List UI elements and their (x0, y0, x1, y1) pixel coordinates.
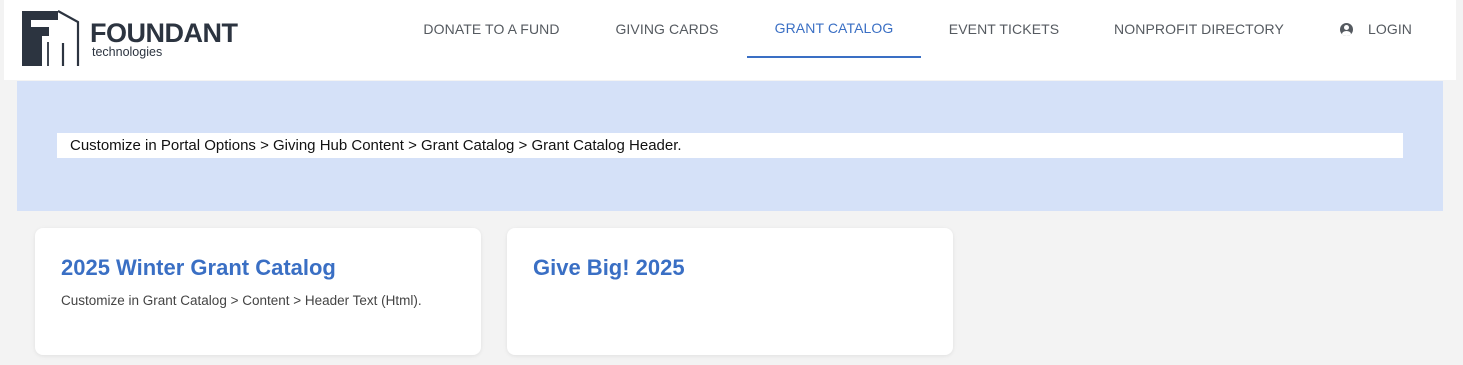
catalog-card-2025-winter[interactable]: 2025 Winter Grant Catalog Customize in G… (35, 228, 481, 355)
nav-item-event-tickets[interactable]: EVENT TICKETS (921, 0, 1087, 58)
main-nav: DONATE TO A FUND GIVING CARDS GRANT CATA… (4, 0, 1456, 80)
nav-item-giving-cards[interactable]: GIVING CARDS (587, 0, 747, 58)
card-title[interactable]: Give Big! 2025 (533, 254, 685, 282)
user-circle-icon (1339, 22, 1353, 36)
nav-item-donate-to-a-fund[interactable]: DONATE TO A FUND (396, 0, 587, 58)
login-button[interactable]: LOGIN (1326, 0, 1426, 58)
site-header: FOUNDANT technologies DONATE TO A FUND G… (4, 0, 1456, 80)
nav-item-grant-catalog[interactable]: GRANT CATALOG (747, 0, 921, 58)
card-description: Customize in Grant Catalog > Content > H… (61, 293, 422, 308)
catalog-card-give-big-2025[interactable]: Give Big! 2025 (507, 228, 953, 355)
card-title[interactable]: 2025 Winter Grant Catalog (61, 254, 336, 282)
banner-header-text: Customize in Portal Options > Giving Hub… (57, 133, 1403, 158)
nav-item-nonprofit-directory[interactable]: NONPROFIT DIRECTORY (1087, 0, 1311, 58)
login-label: LOGIN (1367, 21, 1413, 37)
grant-catalog-banner: Customize in Portal Options > Giving Hub… (17, 81, 1443, 211)
